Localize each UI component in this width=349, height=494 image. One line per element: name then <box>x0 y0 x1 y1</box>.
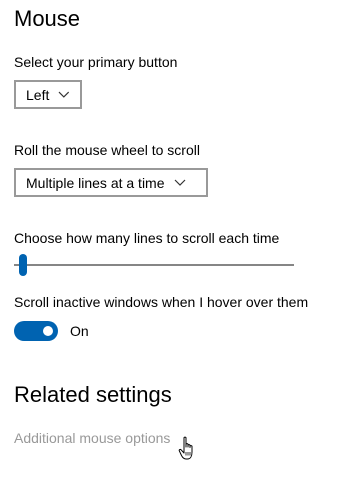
toggle-knob <box>43 326 53 336</box>
lines-label: Choose how many lines to scroll each tim… <box>14 230 280 246</box>
lines-slider-track[interactable] <box>14 264 294 266</box>
inactive-scroll-label: Scroll inactive windows when I hover ove… <box>14 294 309 310</box>
scroll-dropdown[interactable]: Multiple lines at a time <box>14 168 208 197</box>
page-title: Mouse <box>14 6 81 31</box>
chevron-down-icon <box>174 179 185 186</box>
primary-button-dropdown[interactable]: Left <box>14 80 82 109</box>
lines-slider-thumb[interactable] <box>18 254 27 276</box>
scroll-value: Multiple lines at a time <box>26 174 165 191</box>
chevron-down-icon <box>58 91 70 98</box>
hand-pointer-icon <box>178 436 193 460</box>
related-settings-heading: Related settings <box>14 382 172 407</box>
inactive-scroll-toggle[interactable] <box>14 321 58 341</box>
scroll-label: Roll the mouse wheel to scroll <box>14 142 200 158</box>
additional-mouse-options-link[interactable]: Additional mouse options <box>14 429 170 447</box>
toggle-state-label: On <box>70 323 89 339</box>
primary-button-label: Select your primary button <box>14 54 178 70</box>
primary-button-value: Left <box>26 86 50 103</box>
